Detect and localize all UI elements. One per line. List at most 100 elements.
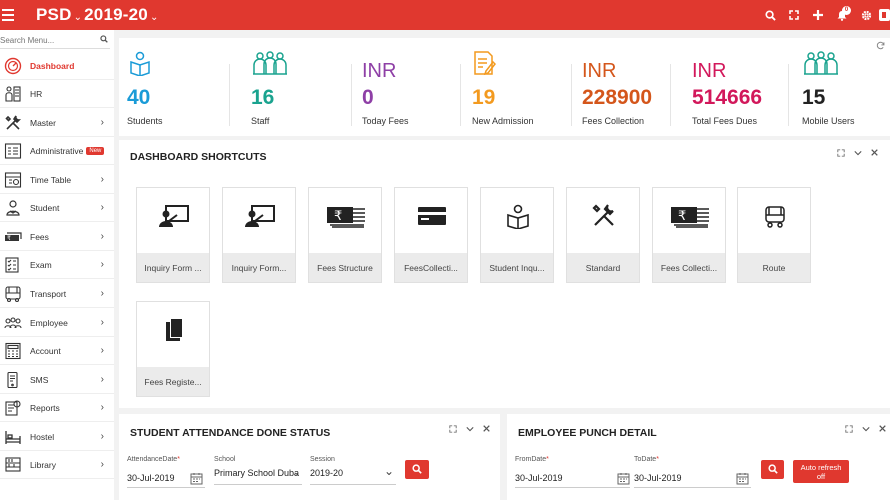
- search-button[interactable]: [761, 460, 784, 479]
- sidebar-item-dashboard[interactable]: Dashboard: [0, 52, 114, 80]
- sidebar-item-label: Hostel: [30, 431, 55, 442]
- shortcut-tile[interactable]: Inquiry Form...: [222, 187, 296, 283]
- sidebar-item-label: HR: [30, 88, 43, 99]
- stat-label: Mobile Users: [802, 116, 855, 126]
- search-button[interactable]: [405, 460, 429, 479]
- sidebar-item-library[interactable]: Library ›: [0, 451, 114, 479]
- sidebar-item-transport[interactable]: Transport ›: [0, 280, 114, 308]
- fullscreen-icon[interactable]: [782, 10, 806, 20]
- auto-refresh-button[interactable]: Auto refresh off: [793, 460, 849, 483]
- sms-icon: [2, 370, 24, 390]
- bell-icon[interactable]: 0: [830, 5, 854, 21]
- calendar-icon[interactable]: [617, 472, 630, 487]
- menu-search: [0, 35, 110, 49]
- stat-mobile-users[interactable]: 15 Mobile Users: [794, 38, 890, 138]
- stat-new-admission[interactable]: 19 New Admission: [464, 38, 574, 138]
- chevron-down-icon: ⌄: [73, 12, 83, 23]
- close-icon[interactable]: [879, 425, 886, 435]
- from-date-label: FromDate*: [515, 456, 549, 463]
- sidebar-item-fees[interactable]: ₹ Fees ›: [0, 223, 114, 251]
- notification-count: 0: [842, 5, 851, 15]
- gear-icon[interactable]: [854, 10, 878, 21]
- from-date-field[interactable]: 30-Jul-2019: [515, 473, 563, 483]
- collapse-icon[interactable]: [466, 425, 474, 435]
- field-underline: [127, 487, 205, 488]
- sidebar-item-reports[interactable]: Reports ›: [0, 394, 114, 422]
- sidebar-item-hr[interactable]: HR: [0, 80, 114, 108]
- collapse-icon[interactable]: [854, 149, 862, 159]
- shortcut-tile[interactable]: ₹ Fees Structure: [308, 187, 382, 283]
- panel-title: STUDENT ATTENDANCE DONE STATUS: [130, 427, 331, 439]
- money-stack-icon: ₹: [309, 196, 383, 236]
- stat-currency: INR: [582, 60, 617, 82]
- institution-name: PSD: [36, 5, 72, 24]
- shortcut-tile[interactable]: FeesCollecti...: [394, 187, 468, 283]
- institution-selector[interactable]: PSD ⌄ 2019-20 ⌄: [36, 5, 161, 25]
- stat-students[interactable]: 40 Students: [119, 38, 229, 138]
- calendar-icon[interactable]: [736, 472, 749, 487]
- menu-toggle-icon[interactable]: [0, 0, 17, 30]
- sidebar-item-account[interactable]: Account ›: [0, 337, 114, 365]
- calendar-icon[interactable]: [190, 472, 203, 487]
- school-select[interactable]: Primary School Duba: [214, 468, 302, 478]
- sidebar-item-hostel[interactable]: Hostel ›: [0, 423, 114, 451]
- sidebar-item-exam[interactable]: Exam ›: [0, 251, 114, 279]
- stat-staff[interactable]: 16 Staff: [243, 38, 353, 138]
- sidebar-item-label: Fees: [30, 231, 49, 242]
- shortcut-tile[interactable]: Student Inqu...: [480, 187, 554, 283]
- close-icon[interactable]: [483, 425, 490, 435]
- user-icon[interactable]: [878, 9, 890, 21]
- divider: [788, 64, 789, 126]
- stat-value: 40: [127, 86, 151, 109]
- collapse-icon[interactable]: [862, 425, 870, 435]
- svg-text:₹: ₹: [7, 235, 11, 242]
- divider: [571, 64, 572, 126]
- session-year: 2019-20: [84, 5, 148, 24]
- panel-title: DASHBOARD SHORTCUTS: [130, 151, 267, 163]
- stat-today-fees[interactable]: INR 0 Today Fees: [354, 38, 464, 138]
- expand-icon[interactable]: [837, 149, 845, 159]
- sidebar-item-master[interactable]: Master ›: [0, 109, 114, 137]
- close-icon[interactable]: [871, 149, 878, 159]
- expand-icon[interactable]: [845, 425, 853, 435]
- tools-icon: [567, 196, 641, 236]
- field-underline: [634, 487, 751, 488]
- attendance-date-field[interactable]: 30-Jul-2019: [127, 473, 175, 483]
- expand-icon[interactable]: [449, 425, 457, 435]
- sidebar-item-label: Library: [30, 459, 56, 470]
- stats-panel: 40 Students 16 Staff INR 0 Today Fees 19…: [119, 38, 890, 136]
- to-date-field[interactable]: 30-Jul-2019: [634, 473, 682, 483]
- shortcut-tile[interactable]: Route: [737, 187, 811, 283]
- search-icon[interactable]: [758, 9, 782, 21]
- divider: [460, 64, 461, 126]
- stat-fees-collection[interactable]: INR 228900 Fees Collection: [574, 38, 674, 138]
- sidebar-item-label: Student: [30, 202, 60, 213]
- sidebar-item-administrative[interactable]: Administrative New: [0, 137, 114, 165]
- sidebar-item-label: Dashboard: [30, 60, 75, 71]
- reader-icon: [481, 196, 555, 236]
- svg-text:₹: ₹: [678, 209, 686, 224]
- tools-icon: [2, 113, 24, 133]
- shortcut-label: Inquiry Form...: [223, 253, 295, 282]
- sidebar-item-timetable[interactable]: Time Table ›: [0, 166, 114, 194]
- session-select[interactable]: 2019-20: [310, 468, 343, 478]
- shortcut-tile[interactable]: Standard: [566, 187, 640, 283]
- menu-search-input[interactable]: [0, 36, 95, 45]
- shortcut-tile[interactable]: Inquiry Form ...: [136, 187, 210, 283]
- stat-currency: INR: [362, 60, 397, 82]
- chevron-right-icon: ›: [100, 231, 104, 242]
- search-icon[interactable]: [100, 35, 108, 45]
- sidebar-item-student[interactable]: Student ›: [0, 194, 114, 222]
- shortcut-label: Inquiry Form ...: [137, 253, 209, 282]
- sidebar-item-label: Administrative: [30, 145, 84, 156]
- shortcut-tile[interactable]: Fees Registe...: [136, 301, 210, 397]
- reader-icon: [127, 50, 153, 78]
- sidebar-item-sms[interactable]: SMS ›: [0, 366, 114, 394]
- sidebar-item-employee[interactable]: Employee ›: [0, 309, 114, 337]
- chevron-right-icon: ›: [100, 259, 104, 270]
- plus-icon[interactable]: [806, 10, 830, 20]
- stat-total-fees-dues[interactable]: INR 514666 Total Fees Dues: [684, 38, 784, 138]
- shortcut-tile[interactable]: ₹ Fees Collecti...: [652, 187, 726, 283]
- presenter-icon: [137, 196, 211, 236]
- mobile-users-icon: [802, 50, 840, 78]
